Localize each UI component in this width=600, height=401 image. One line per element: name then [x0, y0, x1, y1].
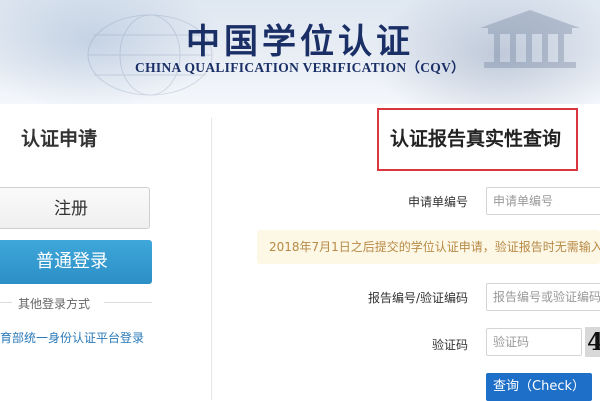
query-button[interactable]: 查询（Check） — [486, 373, 592, 401]
application-number-input[interactable]: 申请单编号 — [486, 187, 600, 215]
unified-auth-login-link[interactable]: 育部统一身份认证平台登录 — [0, 329, 144, 346]
report-number-input[interactable]: 报告编号或验证编码 — [486, 283, 600, 311]
captcha-label: 验证码 — [431, 338, 468, 352]
divider-line — [104, 302, 152, 303]
divider-line — [0, 302, 12, 303]
panel-divider — [211, 118, 212, 400]
site-title-en: CHINA QUALIFICATION VERIFICATION（CQV） — [135, 60, 465, 75]
verification-section-title: 认证报告真实性查询 — [390, 128, 562, 150]
report-number-label: 报告编号/验证编码 — [367, 291, 468, 305]
header-banner: 中国学位认证 CHINA QUALIFICATION VERIFICATION（… — [0, 0, 600, 104]
captcha-input[interactable]: 验证码 — [486, 328, 582, 356]
captcha-image[interactable]: 4 — [585, 327, 600, 357]
application-section-title: 认证申请 — [20, 128, 97, 150]
notice-banner: 2018年7月1日之后提交的学位认证申请，验证报告时无需输入 — [257, 230, 600, 264]
register-button[interactable]: 注册 — [0, 187, 150, 229]
other-login-label: 其他登录方式 — [18, 297, 91, 311]
login-button[interactable]: 普通登录 — [0, 240, 152, 284]
application-number-label: 申请单编号 — [407, 195, 468, 209]
captcha-glyph: 4 — [587, 327, 600, 356]
